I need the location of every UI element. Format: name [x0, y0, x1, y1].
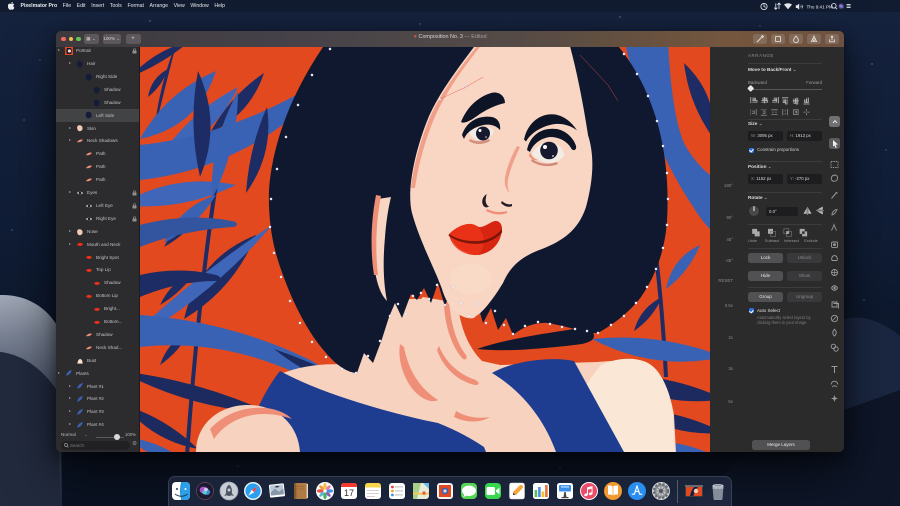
- svg-text:17: 17: [344, 488, 354, 498]
- svg-text:Thu 9:41 PM: Thu 9:41 PM: [807, 4, 833, 9]
